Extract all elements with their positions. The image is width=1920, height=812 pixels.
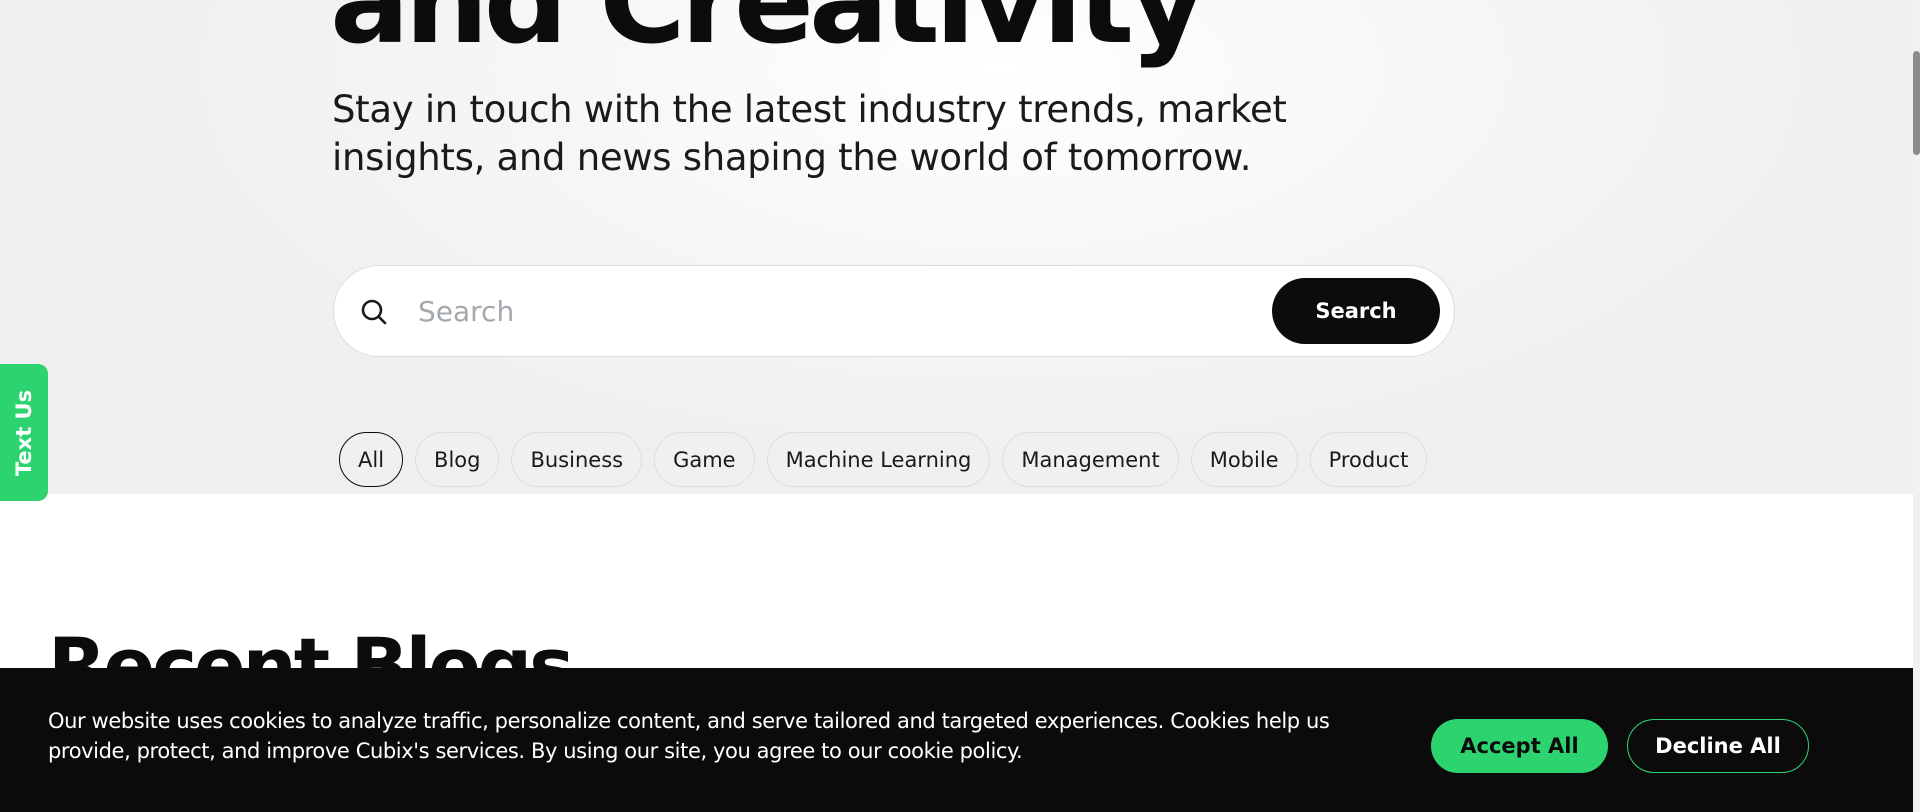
page: and Creativity Stay in touch with the la… xyxy=(0,0,1920,812)
search-bar: Search xyxy=(333,265,1455,357)
filter-chip-mobile[interactable]: Mobile xyxy=(1190,432,1298,487)
filter-chip-product[interactable]: Product xyxy=(1309,432,1428,487)
filter-chip-all[interactable]: All xyxy=(339,432,404,487)
hero-title: and Creativity xyxy=(330,0,1206,70)
text-us-label: Text Us xyxy=(12,389,37,476)
category-filters: All Blog Business Game Machine Learning … xyxy=(339,432,1428,487)
scrollbar-thumb[interactable] xyxy=(1913,51,1920,155)
cookie-banner: Our website uses cookies to analyze traf… xyxy=(0,668,1913,812)
search-button[interactable]: Search xyxy=(1272,278,1440,344)
decline-all-button[interactable]: Decline All xyxy=(1627,719,1809,773)
filter-chip-game[interactable]: Game xyxy=(654,432,755,487)
accept-all-button[interactable]: Accept All xyxy=(1431,719,1608,773)
cookie-text: Our website uses cookies to analyze traf… xyxy=(48,709,1330,763)
search-input[interactable] xyxy=(418,288,1178,334)
text-us-tab[interactable]: Text Us xyxy=(0,364,48,501)
hero-section: and Creativity Stay in touch with the la… xyxy=(0,0,1913,494)
filter-chip-blog[interactable]: Blog xyxy=(415,432,500,487)
filter-chip-business[interactable]: Business xyxy=(511,432,643,487)
hero-subtitle: Stay in touch with the latest industry t… xyxy=(332,88,1287,179)
filter-chip-management[interactable]: Management xyxy=(1002,432,1179,487)
filter-chip-machine-learning[interactable]: Machine Learning xyxy=(766,432,991,487)
scrollbar-track[interactable] xyxy=(1913,0,1920,812)
search-icon xyxy=(358,296,390,328)
